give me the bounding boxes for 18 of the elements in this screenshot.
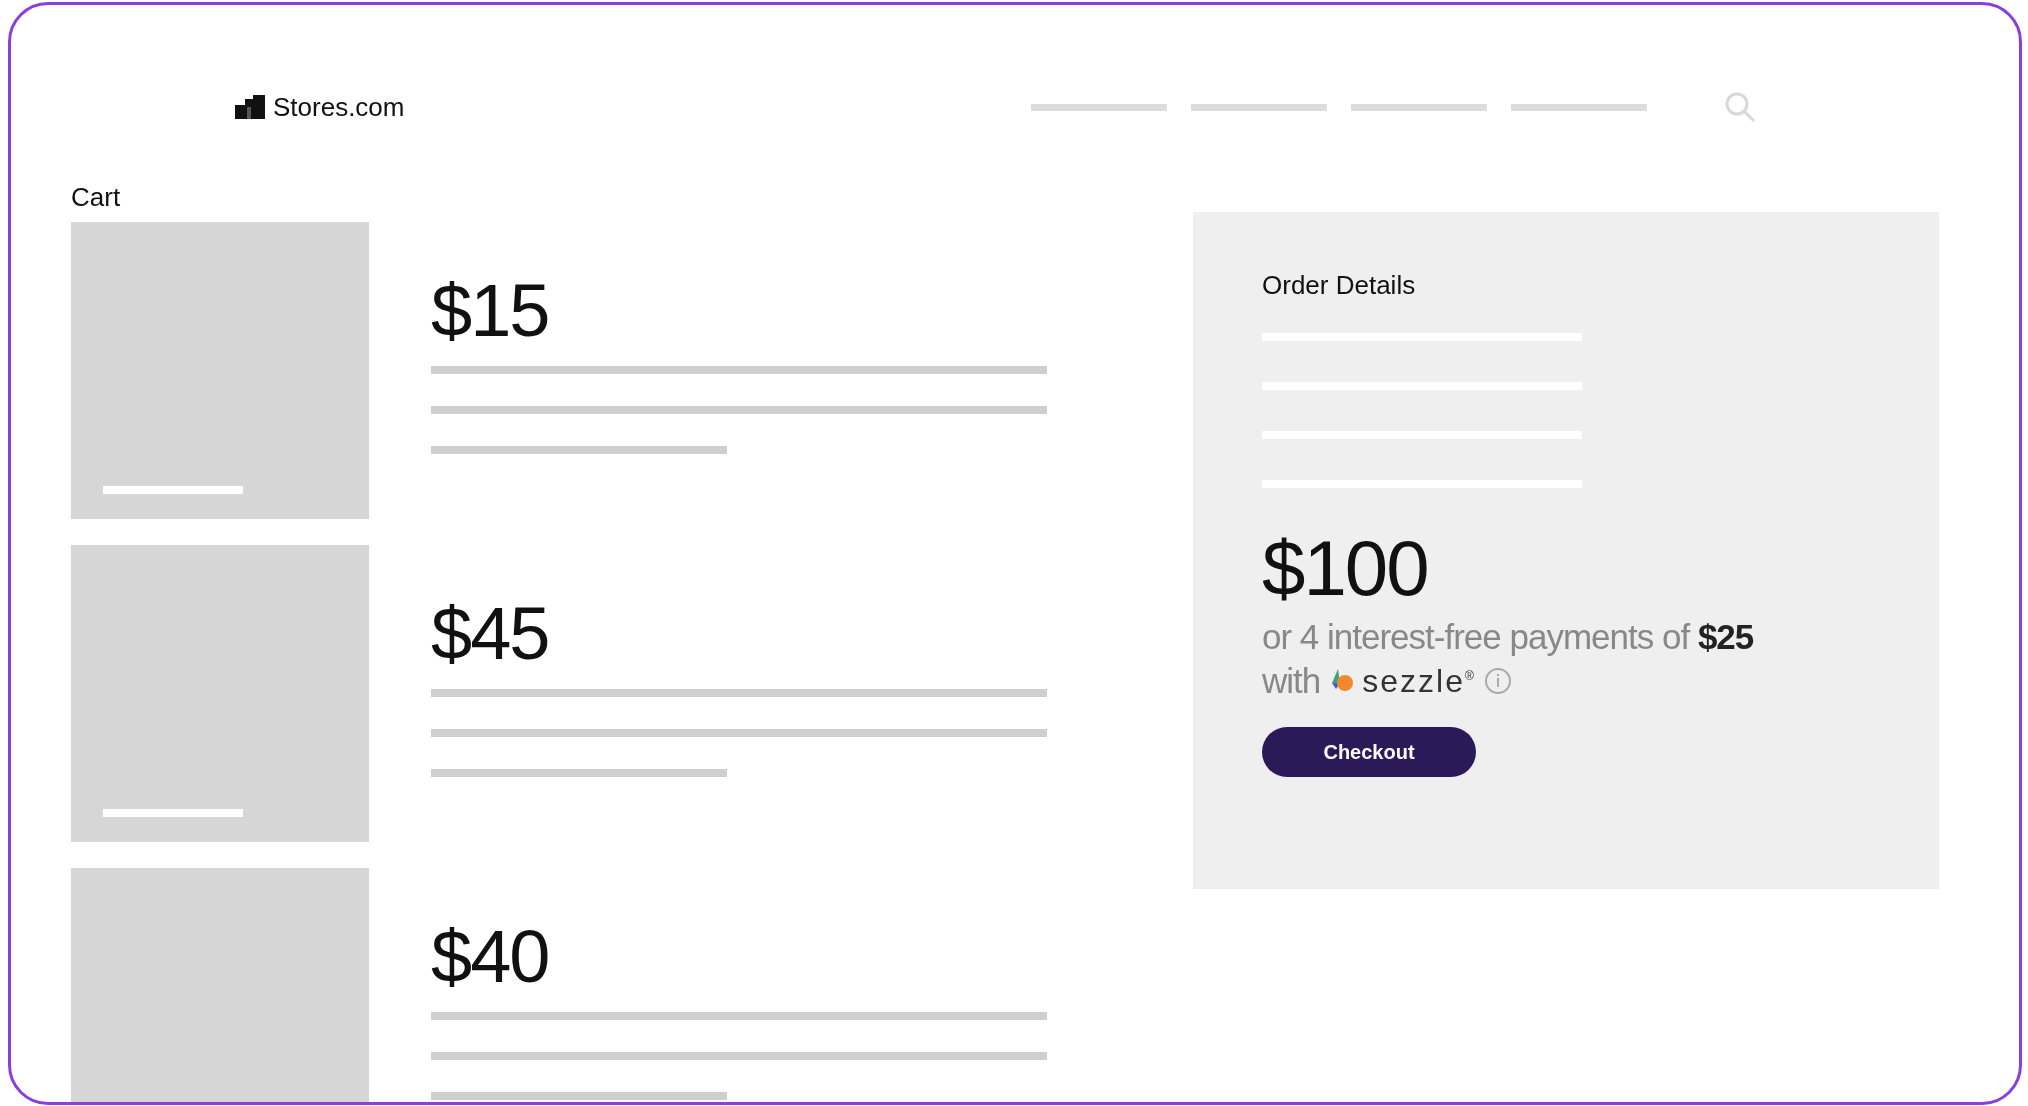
item-price: $15	[431, 274, 550, 354]
info-icon[interactable]	[1483, 667, 1512, 695]
nav-placeholder[interactable]	[1351, 103, 1487, 111]
order-total: $100	[1262, 529, 1429, 607]
nav-placeholder[interactable]	[1031, 103, 1167, 111]
nav-placeholder[interactable]	[1191, 103, 1327, 111]
item-price: $45	[431, 597, 550, 677]
installment-text: or 4 interest-free payments of $25	[1262, 617, 1755, 657]
search-icon[interactable]	[1723, 90, 1757, 124]
with-text: with	[1262, 661, 1321, 701]
checkout-button[interactable]: Checkout	[1262, 727, 1476, 777]
sezzle-brand-text: sezzle$^{®}$	[1362, 662, 1476, 700]
logo-text[interactable]: Stores.com	[273, 91, 405, 123]
cart-title: Cart	[71, 182, 122, 214]
nav-placeholder[interactable]	[1511, 103, 1647, 111]
order-details-title: Order Details	[1262, 270, 1417, 301]
store-icon	[235, 95, 265, 119]
item-price: $40	[431, 920, 550, 1000]
